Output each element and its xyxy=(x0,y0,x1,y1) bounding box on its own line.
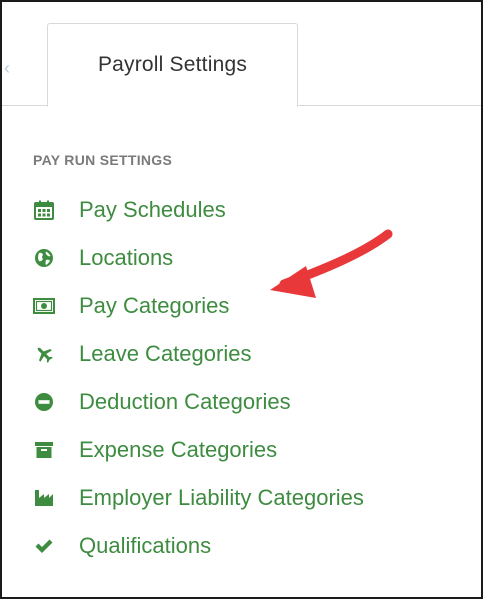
money-icon xyxy=(33,295,55,317)
tab-payroll-settings[interactable]: Payroll Settings xyxy=(47,23,298,107)
annotation-arrow-icon xyxy=(270,229,393,298)
settings-panel: ‹ Payroll Settings PAY RUN SETTINGS Pay … xyxy=(0,0,483,599)
menu-item-label: Deduction Categories xyxy=(79,389,291,414)
menu-item-leave-categories[interactable]: Leave Categories xyxy=(33,330,364,378)
minus-circle-icon xyxy=(33,391,55,413)
archive-icon xyxy=(33,439,55,461)
menu-item-label: Leave Categories xyxy=(79,341,252,366)
menu-item-label: Employer Liability Categories xyxy=(79,485,364,510)
menu-item-label: Qualifications xyxy=(79,533,212,558)
menu-item-label: Pay Schedules xyxy=(79,197,226,222)
tab-label: Payroll Settings xyxy=(97,53,248,76)
menu-item-expense-categories[interactable]: Expense Categories xyxy=(33,426,364,474)
menu-item-employer-liability-categories[interactable]: Employer Liability Categories xyxy=(33,474,364,522)
menu-item-label: Locations xyxy=(79,245,174,270)
menu-item-label: Expense Categories xyxy=(79,437,278,462)
section-heading: PAY RUN SETTINGS xyxy=(33,152,173,168)
globe-icon xyxy=(33,247,55,269)
plane-icon xyxy=(33,343,55,365)
industry-icon xyxy=(33,487,55,509)
tab-bar: ‹ Payroll Settings xyxy=(2,2,481,107)
calendar-icon xyxy=(33,199,55,221)
check-icon xyxy=(33,535,55,557)
menu-item-label: Pay Categories xyxy=(79,293,230,318)
menu-item-qualifications[interactable]: Qualifications xyxy=(33,522,364,570)
previous-tab-arrow-icon[interactable]: ‹ xyxy=(4,59,10,77)
menu-item-deduction-categories[interactable]: Deduction Categories xyxy=(33,378,364,426)
